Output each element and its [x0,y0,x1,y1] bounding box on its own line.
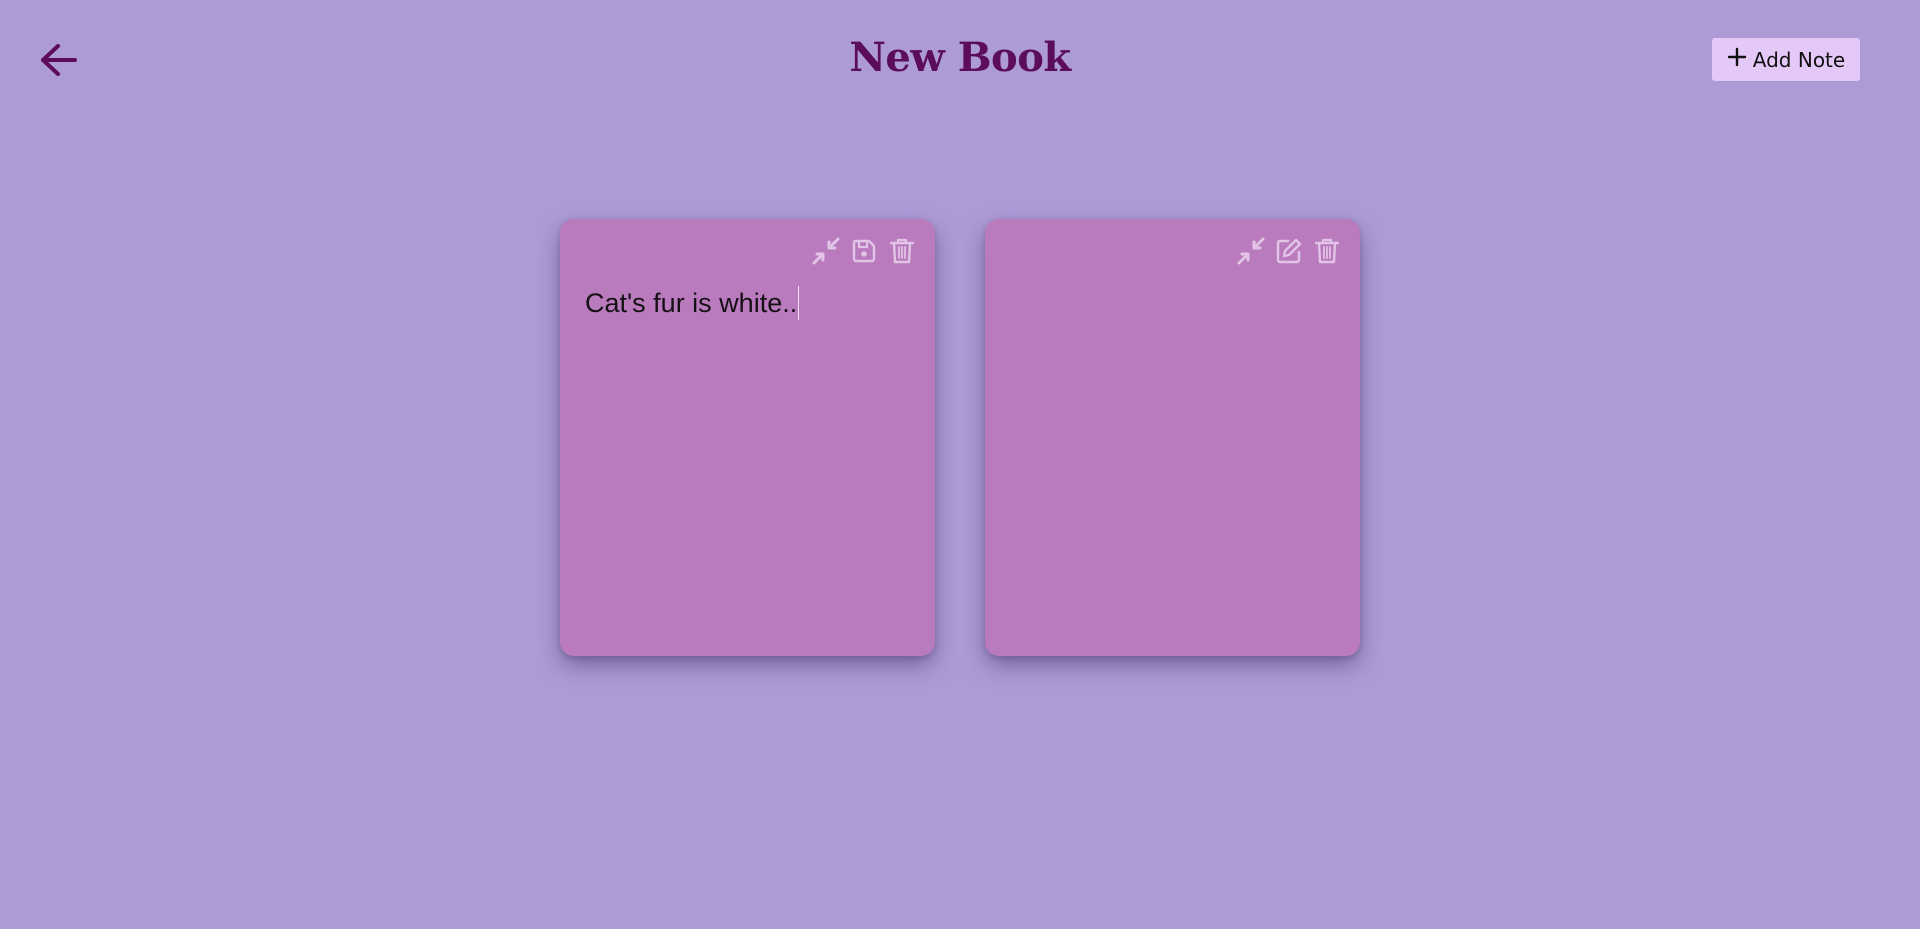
text-caret [798,286,800,320]
page-title: New Book [849,34,1071,81]
edit-icon[interactable] [1274,236,1304,266]
note-text: Cat's fur is white.. [585,287,798,318]
plus-icon [1727,44,1747,72]
note-text-editor[interactable]: Cat's fur is white.. [585,286,910,320]
trash-icon[interactable] [887,236,917,266]
save-icon[interactable] [849,236,879,266]
collapse-icon[interactable] [811,236,841,266]
trash-icon[interactable] [1312,236,1342,266]
add-note-button[interactable]: Add Note [1712,38,1860,81]
note-toolbar [1236,236,1342,266]
note-toolbar [811,236,917,266]
note-card[interactable]: Cat's fur is white.. [560,219,935,656]
collapse-icon[interactable] [1236,236,1266,266]
note-card[interactable] [985,219,1360,656]
add-note-label: Add Note [1752,47,1846,72]
